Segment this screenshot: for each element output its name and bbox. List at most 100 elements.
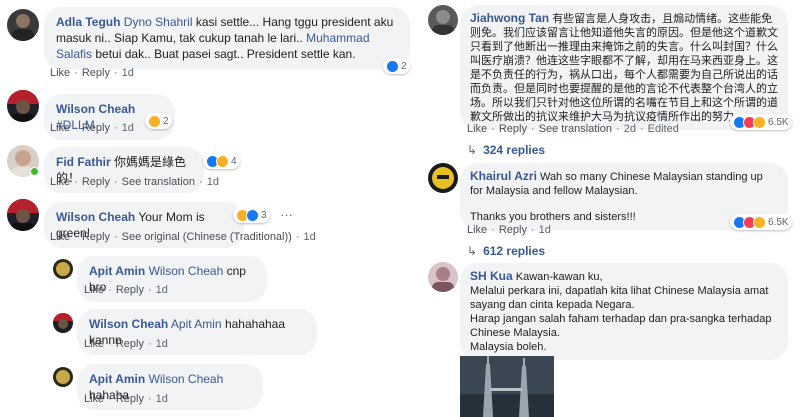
see-translation-link[interactable]: See translation xyxy=(122,176,195,188)
comment-text: Harap jangan salah faham terhadap dan pr… xyxy=(470,313,772,339)
avatar[interactable] xyxy=(428,5,458,35)
avatar[interactable] xyxy=(53,313,73,333)
timestamp[interactable]: 1d xyxy=(304,231,316,243)
comment-actions: Like · Reply · See original (Chinese (Tradit… xyxy=(50,231,316,243)
reaction-summary[interactable]: 2 xyxy=(383,58,410,74)
timestamp[interactable]: 1d xyxy=(156,284,168,296)
avatar-photo xyxy=(56,370,70,384)
avatar-photo xyxy=(7,90,39,122)
like-link[interactable]: Like xyxy=(50,231,70,243)
reaction-count: 4 xyxy=(231,155,237,167)
comment-author[interactable]: SH Kua xyxy=(470,269,513,283)
comment-author[interactable]: Wilson Cheah xyxy=(56,102,135,116)
avatar[interactable] xyxy=(428,262,458,292)
reply-arrow-icon: ↳ xyxy=(467,143,478,157)
reaction-summary[interactable]: 2 xyxy=(145,113,172,129)
more-options-icon[interactable]: ··· xyxy=(280,207,293,222)
haha-reaction-icon xyxy=(753,115,766,129)
avatar-photo xyxy=(56,262,70,276)
like-link[interactable]: Like xyxy=(84,284,104,296)
reply-link[interactable]: Reply xyxy=(116,284,144,296)
avatar[interactable] xyxy=(53,367,73,387)
mention-link[interactable]: Wilson Cheah xyxy=(149,372,224,386)
mention-link[interactable]: Wilson Cheah xyxy=(149,264,224,278)
attached-photo[interactable] xyxy=(460,356,554,417)
mention-link[interactable]: Dyno Shahril xyxy=(124,15,193,29)
like-link[interactable]: Like xyxy=(467,224,487,236)
avatar[interactable] xyxy=(7,199,39,231)
like-link[interactable]: Like xyxy=(50,176,70,188)
avatar-photo xyxy=(432,167,454,189)
avatar[interactable] xyxy=(7,90,39,122)
avatar[interactable] xyxy=(7,9,39,41)
reaction-summary[interactable]: 6.5K xyxy=(730,214,792,230)
haha-reaction-icon xyxy=(216,154,229,168)
comment-author[interactable]: Jiahwong Tan xyxy=(470,11,549,25)
reaction-summary[interactable]: 3 xyxy=(233,207,270,223)
timestamp[interactable]: 1d xyxy=(207,176,219,188)
like-link[interactable]: Like xyxy=(84,338,104,350)
comment-author[interactable]: Apit Amin xyxy=(89,264,145,278)
reaction-count: 3 xyxy=(261,209,267,221)
reply-link[interactable]: Reply xyxy=(82,67,110,79)
comment-actions: Like · Reply · 1d xyxy=(467,224,551,236)
comment-text: Melalui perkara ini, dapatlah kita lihat… xyxy=(470,285,769,311)
comment-actions: Like · Reply · 1d xyxy=(84,338,168,350)
timestamp[interactable]: 2d xyxy=(624,123,636,135)
reaction-count: 6.5K xyxy=(768,216,789,228)
comment-author[interactable]: Adla Teguh xyxy=(56,15,120,29)
mention-link[interactable]: Apit Amin xyxy=(171,317,222,331)
comment-author[interactable]: Wilson Cheah xyxy=(89,317,168,331)
like-link[interactable]: Like xyxy=(50,122,70,134)
reaction-count: 6.5K xyxy=(768,116,789,128)
comment-actions: Like · Reply · 1d xyxy=(84,393,168,405)
like-reaction-icon xyxy=(386,59,399,73)
comment-bubble: SH Kua Kawan-kawan ku, Melalui perkara i… xyxy=(460,263,788,360)
comment-text: betui dak.. Buat pasei sagt.. President … xyxy=(92,47,356,61)
reply-link[interactable]: Reply xyxy=(82,176,110,188)
reply-link[interactable]: Reply xyxy=(499,123,527,135)
comment-author[interactable]: Apit Amin xyxy=(89,372,145,386)
towers-image xyxy=(460,356,554,417)
avatar[interactable] xyxy=(428,163,458,193)
reaction-summary[interactable]: 4 xyxy=(203,153,240,169)
reply-link[interactable]: Reply xyxy=(116,393,144,405)
comment-author[interactable]: Fid Fathir xyxy=(56,155,111,169)
reply-link[interactable]: Reply xyxy=(82,122,110,134)
view-replies-link[interactable]: ↳ 612 replies xyxy=(467,244,545,258)
comment-actions: Like · Reply · 1d xyxy=(50,67,134,79)
reaction-count: 2 xyxy=(163,115,169,127)
timestamp[interactable]: 1d xyxy=(156,338,168,350)
timestamp[interactable]: 1d xyxy=(122,67,134,79)
avatar[interactable] xyxy=(53,259,73,279)
reaction-summary[interactable]: 6.5K xyxy=(730,114,792,130)
comment-text: Kawan-kawan ku, xyxy=(515,271,603,283)
reply-arrow-icon: ↳ xyxy=(467,244,478,258)
comment-bubble: Adla Teguh Dyno Shahril kasi settle... H… xyxy=(44,7,410,69)
comment-actions: Like · Reply · 1d xyxy=(84,284,168,296)
comment-author[interactable]: Khairul Azri xyxy=(470,169,537,183)
haha-reaction-icon xyxy=(148,114,161,128)
timestamp[interactable]: 1d xyxy=(539,224,551,236)
timestamp[interactable]: 1d xyxy=(122,122,134,134)
edited-label[interactable]: Edited xyxy=(648,123,679,135)
haha-reaction-icon xyxy=(753,215,766,229)
see-translation-link[interactable]: See translation xyxy=(539,123,612,135)
timestamp[interactable]: 1d xyxy=(156,393,168,405)
avatar-photo xyxy=(432,10,454,35)
view-replies-link[interactable]: ↳ 324 replies xyxy=(467,143,545,157)
like-link[interactable]: Like xyxy=(467,123,487,135)
reply-link[interactable]: Reply xyxy=(499,224,527,236)
comment-actions: Like · Reply · 1d xyxy=(50,122,134,134)
like-link[interactable]: Like xyxy=(50,67,70,79)
like-reaction-icon xyxy=(246,208,259,222)
comment-author[interactable]: Wilson Cheah xyxy=(56,210,135,224)
avatar-photo xyxy=(12,14,34,41)
avatar-photo xyxy=(7,199,39,231)
reaction-count: 2 xyxy=(401,60,407,72)
reply-link[interactable]: Reply xyxy=(82,231,110,243)
reply-link[interactable]: Reply xyxy=(116,338,144,350)
online-status-icon xyxy=(30,167,39,176)
see-original-link[interactable]: See original (Chinese (Traditional)) xyxy=(122,231,292,243)
like-link[interactable]: Like xyxy=(84,393,104,405)
